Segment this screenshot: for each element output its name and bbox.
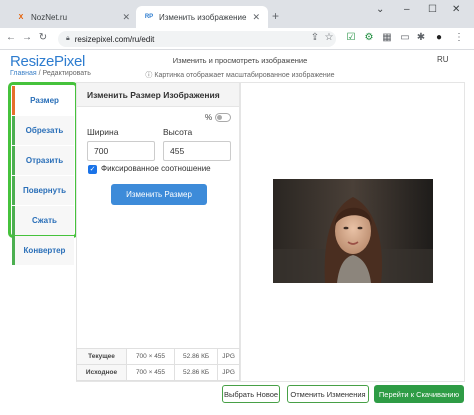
table-row: Исходное 700 × 455 52.86 КБ JPG bbox=[76, 364, 240, 381]
sidebar-item-label: Обрезать bbox=[25, 126, 64, 135]
sidebar-item-label: Сжать bbox=[32, 216, 57, 225]
breadcrumb-current: Редактировать bbox=[42, 70, 91, 77]
keep-ratio-checkbox[interactable]: ✓ bbox=[88, 165, 97, 174]
tools-sidebar: Размер Обрезать Отразить Повернуть Сжать… bbox=[8, 82, 78, 265]
close-tab-icon[interactable]: ✕ bbox=[122, 12, 130, 23]
cancel-changes-button[interactable]: Отменить Изменения bbox=[287, 385, 369, 403]
table-row: Текущее 700 × 455 52.86 КБ JPG bbox=[76, 348, 240, 365]
sidebar-item-crop[interactable]: Обрезать bbox=[12, 116, 74, 145]
percent-toggle[interactable] bbox=[215, 113, 231, 122]
sidebar-item-rotate[interactable]: Повернуть bbox=[12, 176, 74, 205]
image-preview-area bbox=[240, 82, 465, 382]
lock-icon: 🔒︎ bbox=[66, 35, 70, 42]
width-label: Ширина bbox=[87, 127, 119, 137]
share-icon[interactable]: ⇪ bbox=[308, 32, 322, 43]
browser-tab-resizepixel[interactable]: RP Изменить изображение | Resiz ✕ bbox=[136, 6, 268, 28]
close-window-icon[interactable]: ✕ bbox=[452, 4, 460, 15]
percent-label: % bbox=[205, 113, 213, 122]
sidebar-item-flip[interactable]: Отразить bbox=[12, 146, 74, 175]
height-label: Высота bbox=[163, 127, 193, 137]
extension-icon[interactable]: ▭ bbox=[398, 32, 412, 43]
language-selector[interactable]: RU bbox=[437, 55, 449, 64]
back-icon[interactable]: ← bbox=[4, 32, 18, 43]
bookmark-star-icon[interactable]: ☆ bbox=[322, 32, 336, 43]
format-cell: JPG bbox=[217, 348, 240, 365]
breadcrumb: Главная / Редактировать bbox=[10, 70, 91, 77]
page-title: Изменить и просмотреть изображение bbox=[172, 56, 308, 65]
site-logo[interactable]: ResizePixel bbox=[10, 53, 85, 70]
puzzle-icon[interactable]: ✱ bbox=[414, 32, 428, 43]
tab-search-icon[interactable]: ⌄ bbox=[376, 4, 384, 15]
noznet-favicon-icon: X bbox=[18, 13, 24, 21]
sidebar-item-label: Отразить bbox=[25, 156, 64, 165]
extension-icon[interactable]: ⚙ bbox=[362, 32, 376, 43]
resizepixel-favicon-icon: RP bbox=[144, 14, 154, 20]
resize-panel: Изменить Размер Изображения % Ширина Выс… bbox=[76, 82, 240, 382]
sidebar-item-label: Размер bbox=[30, 96, 59, 105]
profile-avatar-icon[interactable]: ● bbox=[432, 32, 446, 43]
browser-tab-bar: X NozNet.ru ✕ RP Изменить изображение | … bbox=[0, 0, 474, 28]
tab-title: NozNet.ru bbox=[31, 12, 68, 22]
address-bar[interactable]: 🔒︎ resizepixel.com/ru/edit bbox=[58, 31, 336, 47]
sidebar-item-convert[interactable]: Конвертер bbox=[12, 236, 74, 265]
resize-button[interactable]: Изменить Размер bbox=[111, 184, 207, 205]
size-cell: 52.86 КБ bbox=[173, 348, 219, 365]
dimensions-cell: 700 × 455 bbox=[126, 364, 175, 381]
browser-tab-noznet[interactable]: X NozNet.ru ✕ bbox=[8, 6, 138, 28]
reload-icon[interactable]: ↻ bbox=[36, 32, 50, 43]
size-cell: 52.86 КБ bbox=[173, 364, 219, 381]
extension-check-icon[interactable]: ☑ bbox=[344, 32, 358, 43]
go-to-download-button[interactable]: Перейти к Скачиванию bbox=[374, 385, 464, 403]
browser-toolbar: ← → ↻ 🔒︎ resizepixel.com/ru/edit ⇪ ☆ ☑ ⚙… bbox=[0, 28, 474, 50]
choose-new-button[interactable]: Выбрать Новое bbox=[222, 385, 280, 403]
keep-ratio-label: Фиксированное соотношение bbox=[101, 164, 211, 173]
preview-photo bbox=[273, 179, 433, 283]
format-cell: JPG bbox=[217, 364, 240, 381]
sidebar-item-label: Повернуть bbox=[23, 186, 66, 195]
dimensions-cell: 700 × 455 bbox=[126, 348, 175, 365]
menu-kebab-icon[interactable]: ⋮ bbox=[452, 32, 466, 43]
panel-title: Изменить Размер Изображения bbox=[77, 83, 239, 107]
tab-title: Изменить изображение | Resiz bbox=[159, 12, 248, 22]
row-label: Текущее bbox=[76, 348, 127, 365]
minimize-icon[interactable]: – bbox=[404, 4, 410, 15]
sidebar-item-label: Конвертер bbox=[23, 246, 66, 255]
width-input[interactable]: 700 bbox=[87, 141, 155, 161]
new-tab-icon[interactable]: + bbox=[272, 9, 279, 23]
height-input[interactable]: 455 bbox=[163, 141, 231, 161]
row-label: Исходное bbox=[76, 364, 127, 381]
extension-icon[interactable]: ▦ bbox=[380, 32, 394, 43]
close-tab-icon[interactable]: ✕ bbox=[252, 12, 260, 23]
maximize-icon[interactable]: ☐ bbox=[428, 4, 437, 15]
breadcrumb-home-link[interactable]: Главная bbox=[10, 70, 37, 77]
sidebar-item-resize[interactable]: Размер bbox=[12, 86, 74, 115]
url-text: resizepixel.com/ru/edit bbox=[74, 34, 155, 44]
page-subtitle: ⓘ Картинка отображает масштабированное и… bbox=[145, 72, 335, 79]
sidebar-item-compress[interactable]: Сжать bbox=[12, 206, 74, 235]
image-info-table: Текущее 700 × 455 52.86 КБ JPG Исходное … bbox=[76, 348, 240, 381]
forward-icon[interactable]: → bbox=[20, 32, 34, 43]
